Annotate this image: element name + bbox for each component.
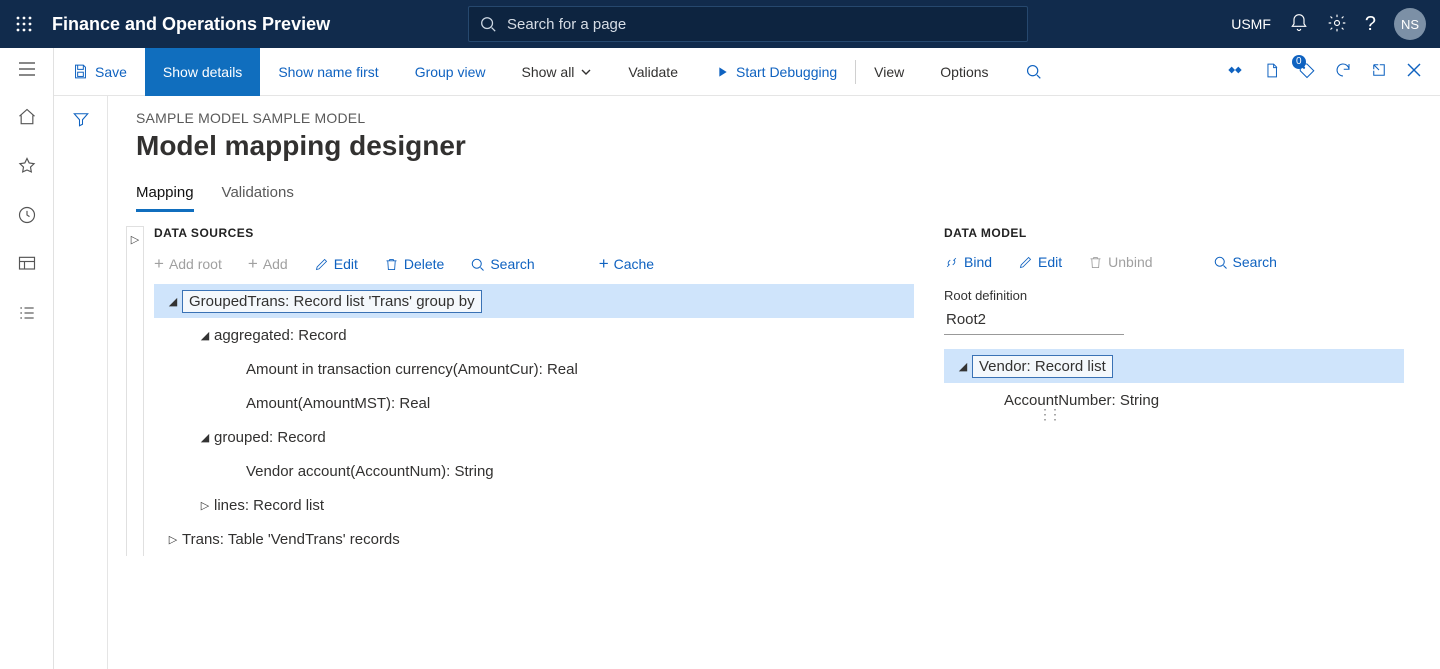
delete-button[interactable]: Delete xyxy=(380,254,448,274)
search-page-button[interactable] xyxy=(1007,48,1060,96)
left-nav-rail xyxy=(0,48,54,669)
add-root-button[interactable]: +Add root xyxy=(150,252,226,276)
data-sources-tree: ◢ GroupedTrans: Record list 'Trans' grou… xyxy=(154,284,914,556)
chevron-down-icon[interactable]: ◢ xyxy=(196,329,214,342)
show-all-dropdown[interactable]: Show all xyxy=(504,48,611,96)
breadcrumb: SAMPLE MODEL SAMPLE MODEL xyxy=(136,110,1440,126)
edit-dm-button[interactable]: Edit xyxy=(1014,252,1066,272)
document-icon[interactable] xyxy=(1263,61,1280,83)
tree-node-amountmst[interactable]: Amount(AmountMST): Real xyxy=(154,386,914,420)
chevron-down-icon[interactable]: ◢ xyxy=(164,295,182,308)
data-sources-heading: DATA SOURCES xyxy=(154,226,914,240)
tab-validations[interactable]: Validations xyxy=(222,184,294,212)
top-navbar: Finance and Operations Preview Search fo… xyxy=(0,0,1440,48)
add-button[interactable]: +Add xyxy=(244,252,292,276)
user-avatar[interactable]: NS xyxy=(1394,8,1426,40)
cache-button[interactable]: +Cache xyxy=(595,252,658,276)
search-ds-button[interactable]: Search xyxy=(466,254,538,274)
options-menu[interactable]: Options xyxy=(922,48,1006,96)
tree-node-accountnum[interactable]: Vendor account(AccountNum): String xyxy=(154,454,914,488)
tree-node-lines[interactable]: ▷ lines: Record list xyxy=(154,488,914,522)
chevron-down-icon[interactable]: ◢ xyxy=(954,360,972,373)
tree-node-groupedtrans[interactable]: ◢ GroupedTrans: Record list 'Trans' grou… xyxy=(154,284,914,318)
root-definition-label: Root definition xyxy=(944,288,1404,303)
app-title: Finance and Operations Preview xyxy=(52,14,330,35)
chevron-right-icon[interactable]: ▷ xyxy=(196,499,214,512)
tree-node-amountcur[interactable]: Amount in transaction currency(AmountCur… xyxy=(154,352,914,386)
recent-icon[interactable] xyxy=(17,205,37,228)
tree-node-grouped[interactable]: ◢ grouped: Record xyxy=(154,420,914,454)
attach-icon[interactable] xyxy=(1225,62,1245,81)
collapsed-pane-handle[interactable]: ▷ xyxy=(126,226,144,556)
edit-button[interactable]: Edit xyxy=(310,254,362,274)
tree-node-trans[interactable]: ▷ Trans: Table 'VendTrans' records xyxy=(154,522,914,556)
unbind-button[interactable]: Unbind xyxy=(1084,252,1156,272)
start-debugging-button[interactable]: Start Debugging xyxy=(696,48,855,96)
bind-button[interactable]: Bind xyxy=(940,252,996,272)
command-bar: Save Show details Show name first Group … xyxy=(54,48,1440,96)
gear-icon[interactable] xyxy=(1327,13,1347,36)
waffle-icon[interactable] xyxy=(0,0,48,48)
root-definition-value[interactable]: Root2 xyxy=(944,305,1124,335)
popout-icon[interactable] xyxy=(1370,61,1388,82)
workspace-icon[interactable] xyxy=(17,254,37,277)
hamburger-icon[interactable] xyxy=(17,60,37,81)
data-model-tree: ◢ Vendor: Record list AccountNumber: Str… xyxy=(944,349,1404,417)
refresh-icon[interactable] xyxy=(1334,61,1352,82)
show-details-button[interactable]: Show details xyxy=(145,48,260,96)
filter-column xyxy=(54,96,108,669)
bell-icon[interactable] xyxy=(1289,13,1309,36)
home-icon[interactable] xyxy=(17,107,37,130)
tree-node-vendor[interactable]: ◢ Vendor: Record list xyxy=(944,349,1404,383)
close-icon[interactable] xyxy=(1406,62,1422,81)
page-title: Model mapping designer xyxy=(136,130,1440,162)
search-dm-button[interactable]: Search xyxy=(1209,252,1281,272)
tree-node-aggregated[interactable]: ◢ aggregated: Record xyxy=(154,318,914,352)
chevron-down-icon[interactable]: ◢ xyxy=(196,431,214,444)
splitter-handle[interactable]: ⋮⋮ xyxy=(1038,406,1058,423)
help-icon[interactable]: ? xyxy=(1365,13,1376,36)
view-menu[interactable]: View xyxy=(856,48,922,96)
data-model-heading: DATA MODEL xyxy=(944,226,1404,240)
star-icon[interactable] xyxy=(17,156,37,179)
notification-tag-icon[interactable]: 0 xyxy=(1298,61,1316,82)
company-code[interactable]: USMF xyxy=(1231,16,1271,32)
tree-node-accountnumber[interactable]: AccountNumber: String xyxy=(944,383,1404,417)
group-view-button[interactable]: Group view xyxy=(397,48,504,96)
global-search[interactable]: Search for a page xyxy=(468,6,1028,42)
filter-icon[interactable] xyxy=(72,110,90,669)
tab-mapping[interactable]: Mapping xyxy=(136,184,194,212)
save-button[interactable]: Save xyxy=(54,48,145,96)
search-placeholder: Search for a page xyxy=(507,16,626,33)
modules-icon[interactable] xyxy=(17,303,37,326)
chevron-right-icon[interactable]: ▷ xyxy=(164,533,182,546)
validate-button[interactable]: Validate xyxy=(610,48,696,96)
show-name-first-button[interactable]: Show name first xyxy=(260,48,396,96)
